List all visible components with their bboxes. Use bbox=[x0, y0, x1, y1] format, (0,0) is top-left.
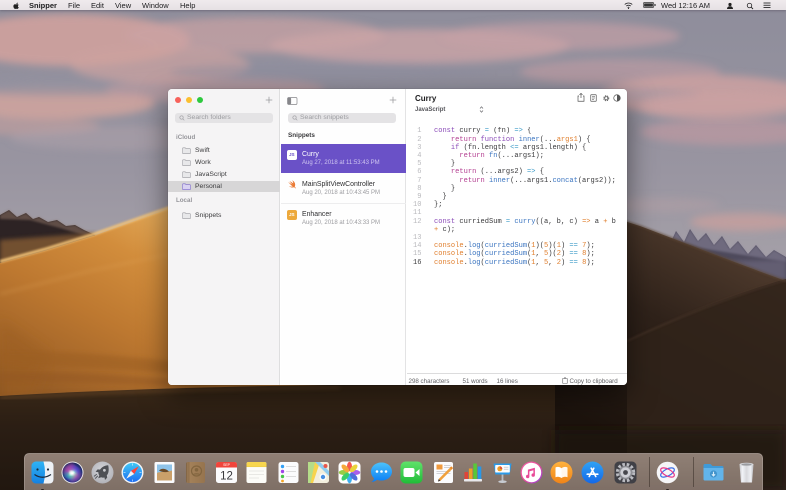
svg-text:12: 12 bbox=[220, 470, 233, 482]
svg-text:SEP: SEP bbox=[223, 463, 231, 467]
